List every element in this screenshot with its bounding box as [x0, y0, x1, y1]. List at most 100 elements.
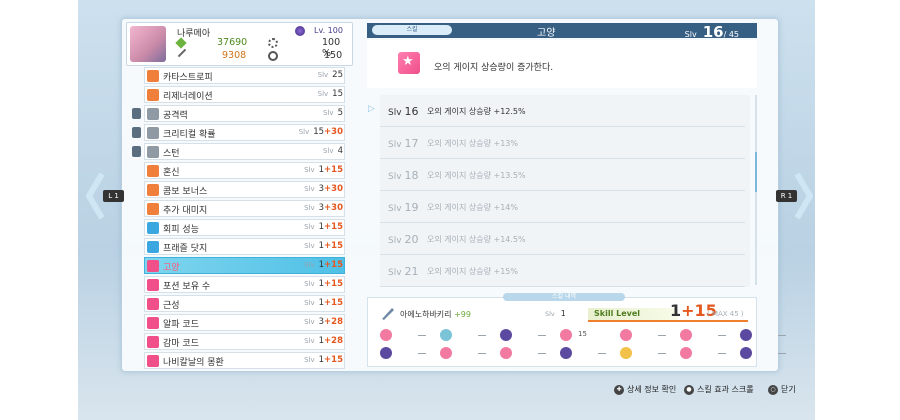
skill-row-body[interactable]: 스턴 Slv 4	[144, 143, 345, 160]
skill-level-base: 4	[337, 146, 343, 156]
l1-button[interactable]: L 1	[103, 190, 124, 202]
weapon-slot-icon[interactable]	[380, 347, 392, 359]
skill-row[interactable]: 리제너레이션 Slv 15	[128, 86, 351, 103]
skill-row[interactable]: 포션 보유 수 Slv 1+15	[128, 276, 351, 293]
skill-name: 회피 성능	[163, 225, 199, 235]
skill-row[interactable]: 알파 코드 Slv 3+28	[128, 314, 351, 331]
lock-icon	[132, 108, 141, 119]
weapon-slot-empty	[598, 353, 606, 354]
weapon-slot-value: 15	[578, 330, 587, 338]
skill-row-body[interactable]: 고양 Slv 1+15	[144, 257, 345, 274]
level-effect-row: Slv 21 오의 게이지 상승량 +15%	[380, 255, 745, 287]
weapon-slot-icon[interactable]	[680, 329, 692, 341]
weapon-slot-empty	[778, 335, 786, 336]
weapon-slot-icon[interactable]	[620, 347, 632, 359]
skill-row-body[interactable]: 나비칼날의 몽환 Slv 1+15	[144, 352, 345, 369]
skill-row-body[interactable]: 회피 성능 Slv 1+15	[144, 219, 345, 236]
level-slv-value: 16	[404, 105, 419, 118]
skill-row-body[interactable]: 근성 Slv 1+15	[144, 295, 345, 312]
help-scroll[interactable]: ● 스킬 효과 스크롤	[684, 384, 754, 398]
skill-row[interactable]: 콤보 보너스 Slv 3+30	[128, 181, 351, 198]
skill-level: Slv 25	[287, 70, 343, 80]
weapon-slot-icon[interactable]	[740, 347, 752, 359]
skill-icon	[147, 165, 159, 177]
chevron-left-icon	[86, 172, 104, 220]
skill-level-label: Slv	[298, 128, 310, 136]
weapon-slot-icon[interactable]	[560, 347, 572, 359]
skill-row[interactable]: 스턴 Slv 4	[128, 143, 351, 160]
weapon-slot-empty	[538, 335, 546, 336]
level-slv-label: Slv	[388, 140, 402, 150]
skill-row-body[interactable]: 포션 보유 수 Slv 1+15	[144, 276, 345, 293]
weapon-slot-icon[interactable]	[500, 329, 512, 341]
detail-title: 고양	[537, 28, 556, 39]
skill-name: 크리티컬 확률	[163, 130, 216, 140]
r1-button[interactable]: R 1	[776, 190, 797, 202]
weapon-slot-empty	[658, 353, 666, 354]
skill-row[interactable]: 회피 성능 Slv 1+15	[128, 219, 351, 236]
skill-row[interactable]: 카타스트로피 Slv 25	[128, 67, 351, 84]
skill-level-label: Slv	[304, 337, 315, 345]
gem-value: 9308	[222, 50, 247, 61]
level-effect-list[interactable]: Slv 16 오의 게이지 상승량 +12.5% Slv 17 오의 게이지 상승량 +1…	[380, 95, 750, 287]
weapon-slot-icon[interactable]	[380, 329, 392, 341]
skill-row-body[interactable]: 리제너레이션 Slv 15	[144, 86, 345, 103]
skill-level: Slv 15	[287, 89, 343, 99]
weapon-slot-icon[interactable]	[560, 329, 572, 341]
circle-button-icon: ○	[768, 384, 778, 395]
skill-row-body[interactable]: 프래즐 닷지 Slv 1+15	[144, 238, 345, 255]
skill-level-max: ( MAX 45 )	[707, 310, 744, 318]
prev-arrow-button[interactable]	[86, 172, 104, 220]
skill-icon	[147, 222, 159, 234]
weapon-slot-empty	[418, 335, 426, 336]
weapon-slot-icon[interactable]	[680, 347, 692, 359]
skill-row-body[interactable]: 카타스트로피 Slv 25	[144, 67, 345, 84]
skill-row[interactable]: 공격력 Slv 5	[128, 105, 351, 122]
level-effect-row: Slv 16 오의 게이지 상승량 +12.5%	[380, 95, 745, 127]
weapon-slot-icon[interactable]	[740, 329, 752, 341]
level-effect-text: 오의 게이지 상승량 +14%	[427, 203, 518, 212]
scrollbar-thumb[interactable]	[755, 152, 757, 192]
skill-row[interactable]: 추가 대미지 Slv 3+30	[128, 200, 351, 217]
weapon-slot-icon[interactable]	[500, 347, 512, 359]
skill-level-plus: +30	[324, 127, 343, 137]
level-effect-text: 오의 게이지 상승량 +13.5%	[427, 171, 526, 180]
character-level: Lv. 100	[314, 26, 343, 35]
skill-row[interactable]: 프래즐 닷지 Slv 1+15	[128, 238, 351, 255]
skill-row-body[interactable]: 알파 코드 Slv 3+28	[144, 314, 345, 331]
help-close[interactable]: ○ 닫기	[768, 384, 796, 398]
level-slv-value: 21	[404, 265, 419, 278]
skill-level-plus: +15	[324, 222, 343, 232]
weapon-slot-icon[interactable]	[440, 329, 452, 341]
skill-row-body[interactable]: 감마 코드 Slv 1+28	[144, 333, 345, 350]
skill-row[interactable]: 감마 코드 Slv 1+28	[128, 333, 351, 350]
level-effect-row: Slv 17 오의 게이지 상승량 +13%	[380, 127, 745, 159]
weapon-slot-empty	[658, 335, 666, 336]
weapon-slot-empty	[718, 335, 726, 336]
skill-row[interactable]: 고양 Slv 1+15	[128, 257, 351, 274]
skill-level: Slv 3+30	[287, 203, 343, 213]
weapon-slot-icon[interactable]	[620, 329, 632, 341]
skill-row-body[interactable]: 크리티컬 확률 Slv 15+30	[144, 124, 345, 141]
help-info[interactable]: ✚ 상세 정보 확인	[614, 384, 676, 398]
skill-icon	[147, 184, 159, 196]
skill-row-body[interactable]: 콤보 보너스 Slv 3+30	[144, 181, 345, 198]
skill-row-body[interactable]: 혼신 Slv 1+15	[144, 162, 345, 179]
skill-level: Slv 3+28	[287, 317, 343, 327]
skill-level: Slv 1+15	[287, 165, 343, 175]
level-slv-value: 19	[404, 201, 419, 214]
skill-row[interactable]: 근성 Slv 1+15	[128, 295, 351, 312]
weapon-slots: 15	[380, 327, 786, 363]
next-arrow-button[interactable]	[795, 172, 813, 220]
skill-row-body[interactable]: 공격력 Slv 5	[144, 105, 345, 122]
level-slv: Slv 16	[388, 105, 419, 118]
skill-level: Slv 1+15	[287, 222, 343, 232]
skill-row[interactable]: 크리티컬 확률 Slv 15+30	[128, 124, 351, 141]
skill-name: 카타스트로피	[163, 73, 213, 83]
skill-name: 공격력	[163, 111, 188, 121]
skill-row[interactable]: 나비칼날의 몽환 Slv 1+15	[128, 352, 351, 369]
skill-row-body[interactable]: 추가 대미지 Slv 3+30	[144, 200, 345, 217]
skill-row[interactable]: 혼신 Slv 1+15	[128, 162, 351, 179]
weapon-slot-icon[interactable]	[440, 347, 452, 359]
skill-level-label: Slv	[304, 318, 315, 326]
